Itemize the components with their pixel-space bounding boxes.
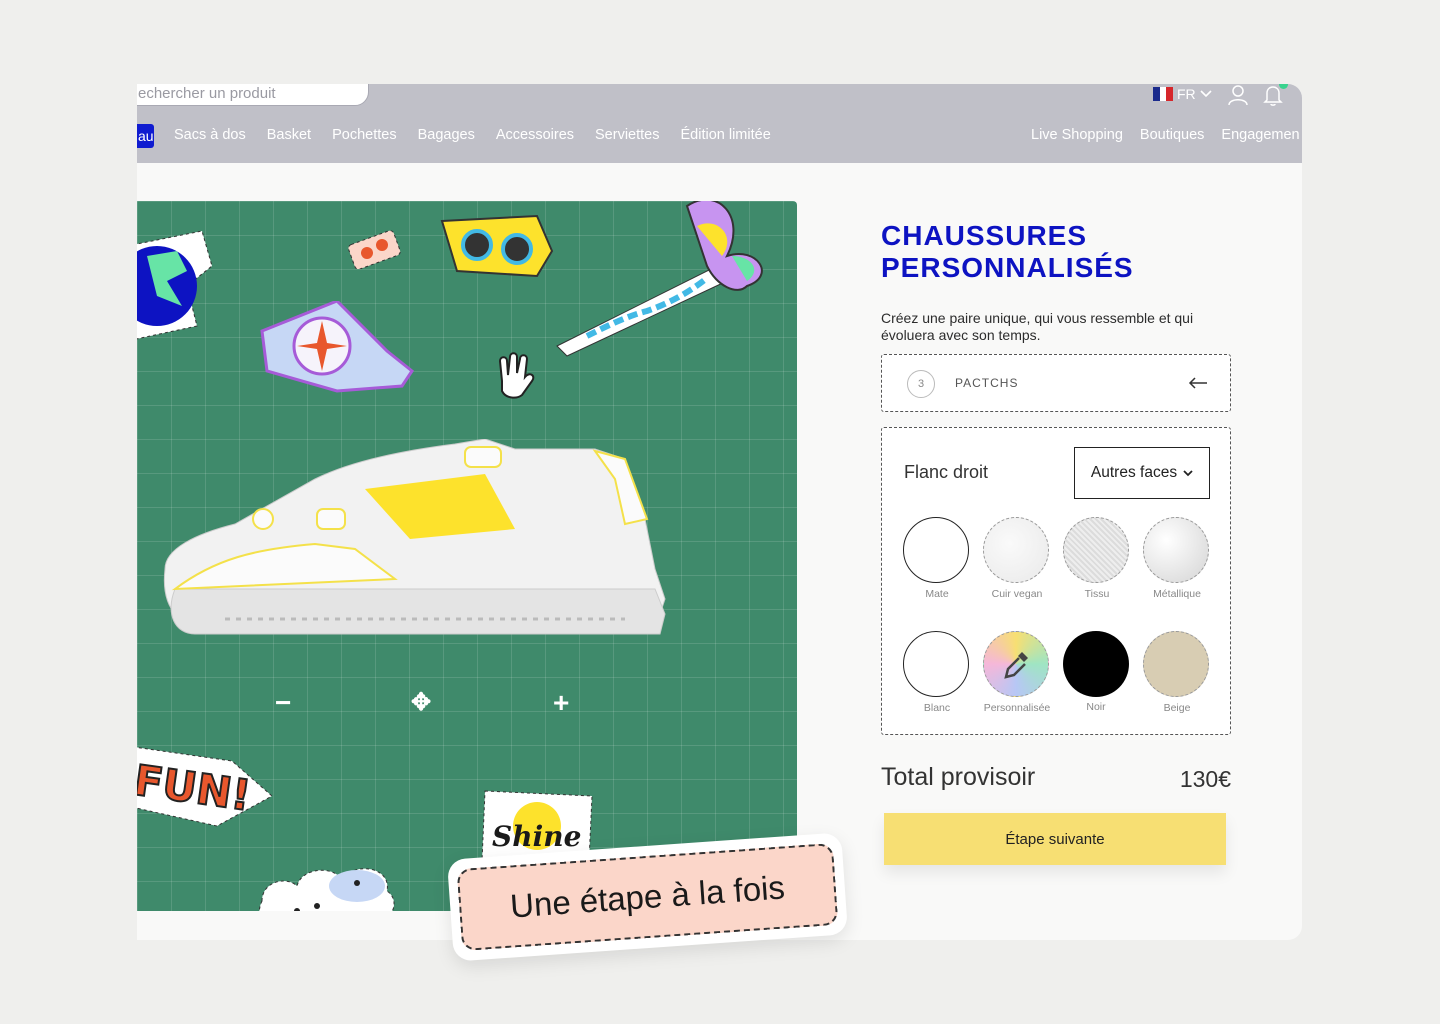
notification-dot [1279,84,1288,89]
flowers-sticker[interactable] [347,229,402,269]
design-canvas[interactable]: FUN! Shine − ✥ + [137,201,797,911]
compass-sticker[interactable] [257,301,417,396]
swatch-blanc[interactable]: Blanc [903,631,969,714]
language-selector[interactable]: FR [1153,84,1212,104]
nav-bagages[interactable]: Bagages [418,127,475,143]
nav-serviettes[interactable]: Serviettes [595,127,659,143]
swatch-label: Beige [1163,702,1191,714]
main-nav: Sacs à dos Basket Pochettes Bagages Acce… [174,127,792,143]
nav-edition-limitee[interactable]: Édition limitée [681,127,771,143]
swatch-mate[interactable]: Mate [903,517,969,600]
face-select-label: Autres faces [1090,464,1178,481]
nav-live-shopping[interactable]: Live Shopping [1031,127,1123,143]
search-box[interactable] [137,84,369,106]
search-input[interactable] [138,84,358,102]
arrow-left-icon[interactable] [1188,375,1208,391]
clouds-sticker[interactable] [257,841,402,911]
page-description: Créez une paire unique, qui vous ressemb… [881,310,1194,343]
next-step-button[interactable]: Étape suivante [884,813,1226,865]
move-icon[interactable]: ✥ [411,691,431,715]
glasses-sticker[interactable] [437,211,557,281]
swatch-label: Noir [1086,701,1106,713]
language-label: FR [1177,86,1196,102]
zoom-in-button[interactable]: + [553,689,569,717]
nav-pochettes[interactable]: Pochettes [332,127,397,143]
swatch-label: Mate [925,588,949,600]
eyedropper-icon [1004,652,1028,679]
page-title-line-2: PERSONNALISÉS [881,252,1134,283]
nav-sacs-a-dos[interactable]: Sacs à dos [174,127,246,143]
swatch-noir[interactable]: Noir [1063,631,1129,713]
swatch-label: Cuir vegan [991,588,1043,600]
chevron-down-icon [1200,90,1212,98]
total-label: Total provisoir [881,763,1036,791]
material-options: Flanc droit Autres faces Mate Cuir vegan… [881,427,1231,735]
nav-engagement[interactable]: Engagemen [1221,127,1299,143]
face-select[interactable]: Autres faces [1074,447,1210,499]
globe-sticker[interactable] [137,226,222,346]
swatch-label: Personnalisée [983,702,1051,714]
step-header[interactable]: 3 PACTCHS [881,354,1231,412]
top-bar: FR au Sacs à dos Basket Pochettes Bagage… [137,84,1302,163]
swatch-metallique[interactable]: Métallique [1143,517,1209,600]
chevron-down-icon [1183,469,1193,476]
shine-sticker-text: Shine [492,820,581,853]
swatch-label: Tissu [1084,588,1110,600]
swatch-label: Blanc [923,702,951,714]
page-title: CHAUSSURES PERSONNALISÉS [881,220,1201,284]
swatch-beige[interactable]: Beige [1143,631,1209,714]
hand-cursor-icon [498,352,535,399]
page-title-line-1: CHAUSSURES [881,220,1088,251]
face-label: Flanc droit [904,462,989,482]
swatch-grid: Mate Cuir vegan Tissu Métallique Blanc P… [903,517,1209,714]
nav-boutiques[interactable]: Boutiques [1140,127,1205,143]
step-number: 3 [907,370,935,398]
total-value: 130€ [1179,766,1231,792]
nav-accessoires[interactable]: Accessoires [496,127,574,143]
france-flag-icon [1153,87,1174,101]
swatch-label: Métallique [1153,588,1201,600]
sneaker-preview[interactable] [155,439,675,649]
tagline-text: Une étape à la fois [456,842,839,952]
butterfly-sticker[interactable] [547,201,777,366]
step-label: PACTCHS [955,376,1019,390]
nav-item-active[interactable]: au [137,124,154,148]
swatch-cuir-vegan[interactable]: Cuir vegan [983,517,1049,600]
swatch-personnalisee[interactable]: Personnalisée [983,631,1050,714]
fun-sticker[interactable]: FUN! [137,741,282,831]
nav-basket[interactable]: Basket [267,127,311,143]
customizer-panel: CHAUSSURES PERSONNALISÉS Créez une paire… [881,220,1231,865]
swatch-tissu[interactable]: Tissu [1063,517,1129,600]
secondary-nav: Live Shopping Boutiques Engagemen [1031,127,1300,143]
zoom-out-button[interactable]: − [275,689,291,717]
user-icon[interactable] [1227,84,1249,106]
